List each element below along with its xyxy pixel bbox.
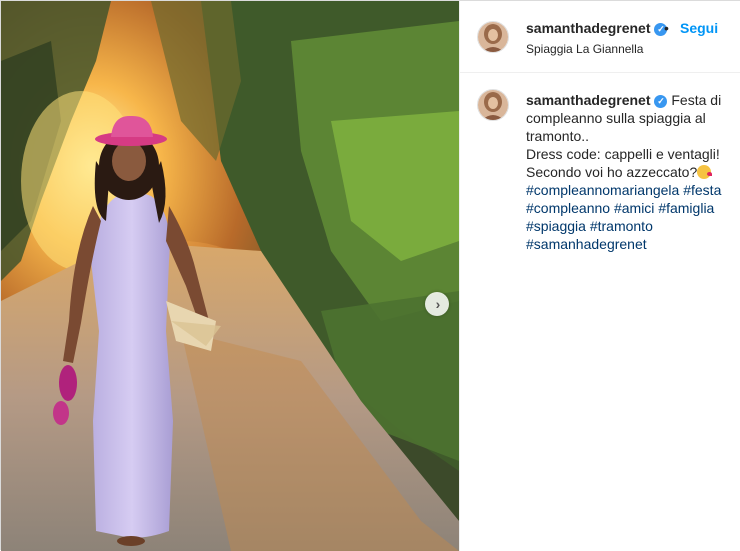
caption-text: Dress code: cappelli e ventagli! xyxy=(526,146,720,162)
hashtag-link[interactable]: #festa xyxy=(683,182,721,198)
hashtag-link[interactable]: #tramonto xyxy=(590,218,653,234)
post-author[interactable]: samanthadegrenet ✓ xyxy=(526,20,668,36)
caption-username[interactable]: samanthadegrenet xyxy=(526,92,650,108)
next-photo-button[interactable]: › xyxy=(425,292,449,316)
hashtag-link[interactable]: #spiaggia xyxy=(526,218,586,234)
avatar-image xyxy=(478,90,508,120)
caption-line: Secondo voi ho azzeccato? xyxy=(526,163,731,181)
separator-dot: • xyxy=(664,20,669,36)
hashtag-link[interactable]: #samanhadegrenet xyxy=(526,236,647,252)
caption-text: tramonto.. xyxy=(526,128,590,144)
post-caption: samanthadegrenet ✓ Festa di compleanno su… xyxy=(526,91,731,253)
caption-text: Secondo voi ho azzeccato? xyxy=(526,164,698,180)
photo-image xyxy=(1,1,459,551)
caption-text: Festa di xyxy=(671,92,722,108)
post-side-panel: samanthadegrenet ✓ • Segui Spiaggia La Gi… xyxy=(459,1,740,551)
username-text[interactable]: samanthadegrenet xyxy=(526,20,650,36)
kiss-emoji-icon xyxy=(697,165,713,179)
hashtag-line: #compleanno #amici #famiglia xyxy=(526,199,731,217)
hashtag-line: #compleannomariangela #festa xyxy=(526,181,731,199)
caption-avatar[interactable] xyxy=(477,89,509,121)
hashtag-link[interactable]: #compleanno xyxy=(526,200,610,216)
post-photo[interactable]: › xyxy=(1,1,459,551)
hashtag-link[interactable]: #compleannomariangela xyxy=(526,182,679,198)
hashtag-line: #spiaggia #tramonto xyxy=(526,217,731,235)
avatar[interactable] xyxy=(477,21,509,53)
caption-text: compleanno sulla spiaggia al xyxy=(526,110,706,126)
verified-badge-icon: ✓ xyxy=(654,95,668,108)
hashtag-link[interactable]: #famiglia xyxy=(658,200,714,216)
follow-button[interactable]: Segui xyxy=(680,20,718,36)
hashtag-link[interactable]: #amici xyxy=(614,200,654,216)
location-link[interactable]: Spiaggia La Giannella xyxy=(526,42,643,56)
caption-line: samanthadegrenet ✓ Festa di xyxy=(526,91,731,109)
avatar-image xyxy=(478,22,508,52)
post-header: samanthadegrenet ✓ • Segui Spiaggia La Gi… xyxy=(460,1,740,73)
hashtag-line: #samanhadegrenet xyxy=(526,235,731,253)
instagram-post: › samanthadegrenet ✓ • Segui Spiaggia La … xyxy=(0,0,740,551)
chevron-right-icon: › xyxy=(435,296,441,312)
